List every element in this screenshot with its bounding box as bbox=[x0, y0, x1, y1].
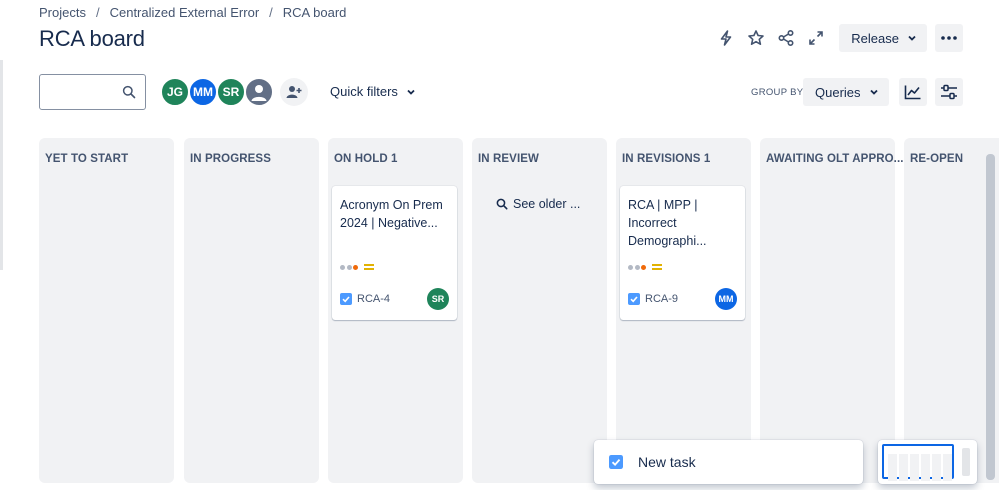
board-search bbox=[39, 74, 146, 110]
avatar-unassigned[interactable] bbox=[244, 77, 274, 107]
assignee-filter: JG MM SR bbox=[160, 77, 274, 107]
minimap-scroll bbox=[962, 448, 970, 476]
column-on-hold[interactable]: ON HOLD 1 Acronym On Prem 2024 | Negativ… bbox=[328, 138, 463, 483]
insights-button[interactable] bbox=[899, 78, 927, 106]
avatar-jg[interactable]: JG bbox=[160, 77, 190, 107]
status-dot bbox=[628, 264, 633, 270]
minimap-viewport[interactable] bbox=[882, 444, 954, 481]
status-dot bbox=[641, 264, 646, 270]
column-header: IN PROGRESS bbox=[190, 153, 271, 165]
sliders-icon bbox=[941, 84, 957, 100]
card-title: Acronym On Prem 2024 | Negative... bbox=[340, 198, 443, 230]
avatar-mm[interactable]: MM bbox=[188, 77, 218, 107]
view-settings-button[interactable] bbox=[935, 78, 963, 106]
priority-indicator bbox=[628, 262, 663, 272]
quick-filters-dropdown[interactable]: Quick filters bbox=[330, 84, 416, 99]
board: YET TO START IN PROGRESS ON HOLD 1 Acron… bbox=[39, 138, 999, 483]
search-input[interactable] bbox=[48, 75, 128, 109]
breadcrumb-separator: / bbox=[269, 5, 273, 20]
line-chart-icon bbox=[904, 85, 921, 100]
column-header: RE-OPEN bbox=[910, 153, 964, 165]
star-icon bbox=[748, 30, 765, 45]
page-title: RCA board bbox=[39, 26, 145, 51]
column-header: IN REVISIONS 1 bbox=[622, 153, 711, 165]
card-key-label: RCA-4 bbox=[357, 293, 391, 305]
search-icon bbox=[496, 198, 508, 210]
minimap-column bbox=[910, 454, 919, 481]
breadcrumb-project[interactable]: Centralized External Error bbox=[110, 5, 260, 20]
fullscreen-button[interactable] bbox=[801, 24, 831, 52]
share-icon bbox=[778, 29, 794, 47]
priority-medium-icon bbox=[651, 264, 662, 270]
task-checkbox-icon bbox=[340, 293, 352, 305]
column-in-progress[interactable]: IN PROGRESS bbox=[184, 138, 319, 483]
column-awaiting-olt-approval[interactable]: AWAITING OLT APPRO... bbox=[760, 138, 903, 483]
more-actions-button[interactable] bbox=[935, 24, 963, 52]
minimap-column bbox=[943, 454, 952, 481]
board-minimap[interactable] bbox=[878, 440, 977, 484]
new-task-label: New task bbox=[638, 454, 696, 470]
breadcrumb-board[interactable]: RCA board bbox=[283, 5, 347, 20]
minimap-column bbox=[932, 454, 941, 481]
minimap-column bbox=[888, 454, 897, 481]
status-dot bbox=[340, 264, 345, 270]
task-checkbox-icon bbox=[628, 293, 640, 305]
card-assignee-avatar[interactable]: MM bbox=[715, 288, 737, 310]
avatar-sr[interactable]: SR bbox=[216, 77, 246, 107]
priority-indicator bbox=[340, 262, 375, 272]
column-yet-to-start[interactable]: YET TO START bbox=[39, 138, 174, 483]
search-icon bbox=[122, 85, 136, 99]
card-key-label: RCA-9 bbox=[645, 293, 679, 305]
card-key[interactable]: RCA-9 bbox=[628, 293, 678, 305]
priority-medium-icon bbox=[363, 264, 374, 270]
column-in-revisions[interactable]: IN REVISIONS 1 RCA | MPP | Incorrect Dem… bbox=[616, 138, 751, 483]
person-icon bbox=[251, 85, 267, 101]
card-footer: RCA-4 SR bbox=[340, 288, 449, 310]
scrollbar-thumb[interactable] bbox=[986, 154, 995, 480]
column-header: IN REVIEW bbox=[478, 153, 539, 165]
breadcrumb: Projects / Centralized External Error / … bbox=[39, 5, 346, 20]
ellipsis-icon bbox=[941, 36, 957, 40]
see-older-label: See older ... bbox=[513, 197, 581, 211]
header-actions: Release bbox=[711, 24, 963, 52]
group-by-label: GROUP BY bbox=[751, 87, 804, 98]
task-checkbox-icon bbox=[609, 455, 623, 469]
group-by-select[interactable]: Queries bbox=[803, 78, 889, 106]
add-people-button[interactable] bbox=[280, 78, 308, 106]
minimap-column bbox=[921, 454, 930, 481]
issue-card[interactable]: Acronym On Prem 2024 | Negative... RCA-4… bbox=[332, 186, 457, 320]
chevron-down-icon bbox=[908, 35, 916, 41]
card-key[interactable]: RCA-4 bbox=[340, 293, 390, 305]
column-header: AWAITING OLT APPRO... bbox=[766, 153, 904, 165]
add-person-icon bbox=[286, 86, 302, 98]
column-header: ON HOLD 1 bbox=[334, 153, 398, 165]
status-dot bbox=[346, 264, 352, 270]
status-dot bbox=[353, 264, 358, 270]
breadcrumb-separator: / bbox=[95, 5, 100, 20]
column-header: YET TO START bbox=[45, 153, 129, 165]
share-button[interactable] bbox=[771, 24, 801, 52]
release-button[interactable]: Release bbox=[839, 24, 927, 52]
new-task-button[interactable]: New task bbox=[594, 440, 863, 484]
breadcrumb-projects[interactable]: Projects bbox=[39, 5, 86, 20]
chevron-down-icon bbox=[870, 89, 878, 95]
left-edge-divider bbox=[0, 60, 3, 270]
card-title: RCA | MPP | Incorrect Demographi... bbox=[628, 198, 707, 248]
minimap-column bbox=[899, 454, 908, 481]
group-by-value: Queries bbox=[815, 84, 861, 100]
issue-card[interactable]: RCA | MPP | Incorrect Demographi... RCA-… bbox=[620, 186, 745, 320]
star-button[interactable] bbox=[741, 24, 771, 52]
card-assignee-avatar[interactable]: SR bbox=[427, 288, 449, 310]
automation-button[interactable] bbox=[711, 24, 741, 52]
see-older-button[interactable]: See older ... bbox=[496, 197, 580, 211]
lightning-icon bbox=[720, 30, 732, 46]
chevron-down-icon bbox=[407, 89, 415, 95]
column-in-review[interactable]: IN REVIEW See older ... bbox=[472, 138, 607, 483]
quick-filters-label: Quick filters bbox=[330, 84, 398, 99]
status-dot bbox=[634, 264, 640, 270]
release-label: Release bbox=[851, 30, 899, 46]
card-footer: RCA-9 MM bbox=[628, 288, 737, 310]
expand-icon bbox=[809, 31, 824, 45]
